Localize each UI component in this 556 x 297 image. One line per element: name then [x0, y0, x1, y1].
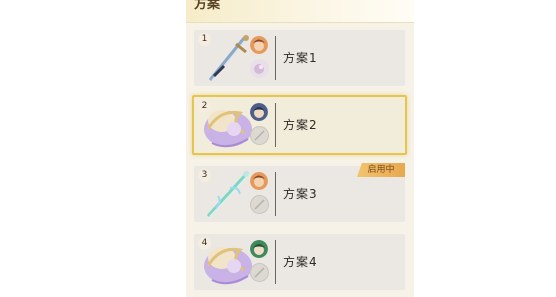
scheme-name: 方案3 [283, 187, 318, 201]
scheme-item-1[interactable]: 1 方案1 [194, 30, 405, 86]
character-avatar-icon [250, 36, 268, 54]
character-avatar-icon [250, 240, 268, 258]
scheme-divider [275, 172, 276, 216]
scheme-name: 方案2 [283, 118, 318, 132]
empty-slot-icon [250, 263, 269, 282]
panel-header: 方案 [186, 0, 414, 23]
scheme-item-4[interactable]: 4 方案4 [194, 234, 405, 290]
scheme-name: 方案4 [283, 255, 318, 269]
empty-slot-icon [250, 126, 269, 145]
pet-icon [250, 59, 269, 78]
scheme-name: 方案1 [283, 51, 318, 65]
mount-icon [204, 247, 252, 285]
scheme-item-2[interactable]: 2 方案2 [192, 95, 407, 155]
panel-title: 方案 [194, 0, 221, 12]
character-avatar-icon [250, 172, 268, 190]
scheme-divider [275, 103, 276, 147]
character-avatar-icon [250, 103, 268, 121]
sword-icon [206, 170, 251, 218]
in-use-badge: 启用中 [357, 163, 405, 177]
sword-icon [208, 35, 249, 81]
mount-icon [204, 110, 252, 148]
scheme-panel: 方案 1 方案1 2 方案2 3 方案3 4 方案4 启用中 [186, 0, 414, 297]
scheme-divider [275, 36, 276, 80]
empty-slot-icon [250, 195, 269, 214]
scheme-divider [275, 240, 276, 284]
